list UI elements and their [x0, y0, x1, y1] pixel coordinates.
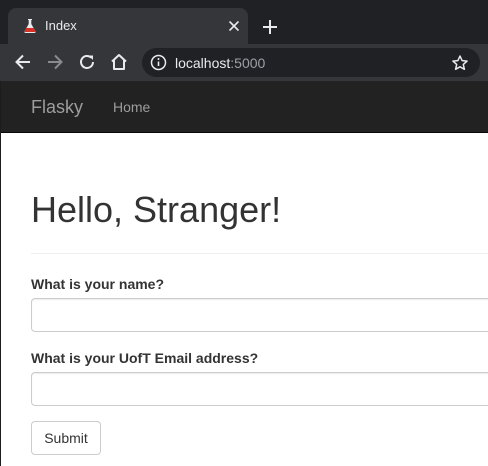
navbar: Flasky Home [1, 81, 488, 133]
back-arrow-icon[interactable] [13, 52, 33, 72]
name-input[interactable] [31, 298, 488, 332]
info-icon[interactable] [150, 54, 167, 71]
flask-icon [24, 19, 36, 33]
close-icon[interactable] [226, 18, 242, 34]
name-label: What is your name? [31, 276, 165, 292]
star-icon[interactable] [451, 54, 469, 72]
page-title: Hello, Stranger! [31, 189, 282, 230]
nav-link-home[interactable]: Home [113, 99, 150, 115]
navbar-brand[interactable]: Flasky [31, 97, 83, 117]
browser-tab[interactable]: Index [8, 8, 248, 44]
home-icon[interactable] [109, 52, 129, 72]
browser-tabstrip: Index [0, 0, 488, 44]
browser-toolbar: localhost:5000 [0, 44, 488, 81]
email-label: What is your UofT Email address? [31, 350, 259, 366]
email-input[interactable] [31, 372, 488, 406]
address-host: localhost [175, 55, 231, 71]
address-url: localhost:5000 [175, 55, 265, 71]
address-bar[interactable]: localhost:5000 [142, 48, 480, 77]
address-port: :5000 [230, 55, 266, 71]
tab-title: Index [45, 18, 77, 33]
page-viewport: Flasky Home Hello, Stranger! What is you… [0, 81, 488, 466]
submit-button[interactable]: Submit [31, 421, 101, 455]
forward-arrow-icon[interactable] [45, 52, 65, 72]
reload-icon[interactable] [77, 52, 97, 72]
page-header: Hello, Stranger! [31, 190, 488, 254]
new-tab-icon[interactable] [261, 18, 279, 36]
